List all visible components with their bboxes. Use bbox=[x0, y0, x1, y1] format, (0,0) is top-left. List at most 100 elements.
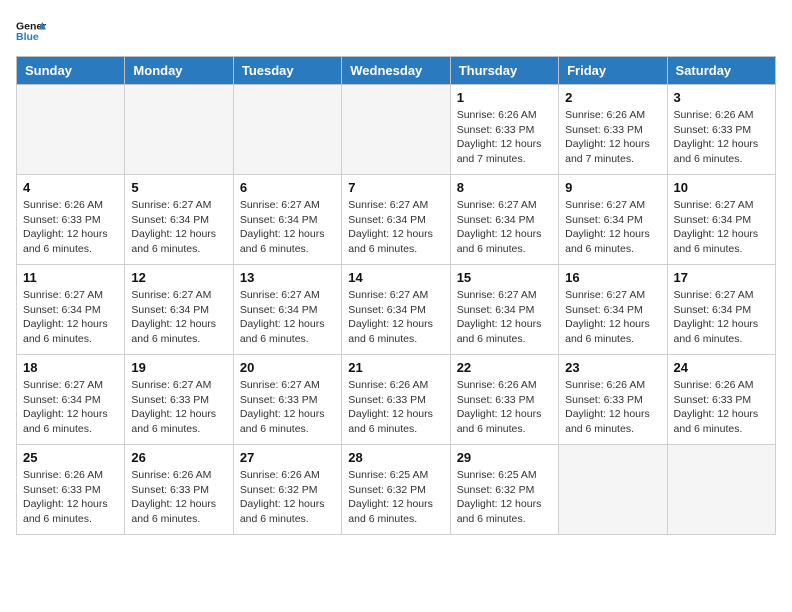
day-number: 25 bbox=[23, 450, 118, 465]
day-number: 16 bbox=[565, 270, 660, 285]
day-detail: Sunrise: 6:27 AM Sunset: 6:34 PM Dayligh… bbox=[240, 288, 335, 347]
day-detail: Sunrise: 6:26 AM Sunset: 6:33 PM Dayligh… bbox=[674, 378, 769, 437]
day-header-thursday: Thursday bbox=[450, 57, 558, 85]
calendar-cell: 3 Sunrise: 6:26 AM Sunset: 6:33 PM Daylig… bbox=[667, 85, 775, 175]
day-detail: Sunrise: 6:27 AM Sunset: 6:34 PM Dayligh… bbox=[457, 198, 552, 257]
day-detail: Sunrise: 6:27 AM Sunset: 6:34 PM Dayligh… bbox=[240, 198, 335, 257]
day-number: 17 bbox=[674, 270, 769, 285]
calendar-cell: 9 Sunrise: 6:27 AM Sunset: 6:34 PM Daylig… bbox=[559, 175, 667, 265]
calendar-cell: 29 Sunrise: 6:25 AM Sunset: 6:32 PM Dayli… bbox=[450, 445, 558, 535]
calendar-cell: 1 Sunrise: 6:26 AM Sunset: 6:33 PM Daylig… bbox=[450, 85, 558, 175]
day-number: 28 bbox=[348, 450, 443, 465]
day-detail: Sunrise: 6:27 AM Sunset: 6:34 PM Dayligh… bbox=[23, 378, 118, 437]
calendar-cell: 5 Sunrise: 6:27 AM Sunset: 6:34 PM Daylig… bbox=[125, 175, 233, 265]
day-detail: Sunrise: 6:27 AM Sunset: 6:33 PM Dayligh… bbox=[240, 378, 335, 437]
calendar-cell: 6 Sunrise: 6:27 AM Sunset: 6:34 PM Daylig… bbox=[233, 175, 341, 265]
day-number: 23 bbox=[565, 360, 660, 375]
day-number: 11 bbox=[23, 270, 118, 285]
day-number: 18 bbox=[23, 360, 118, 375]
calendar-cell: 26Sunrise: 6:26 AM Sunset: 6:33 PM Dayli… bbox=[125, 445, 233, 535]
calendar-cell: 7 Sunrise: 6:27 AM Sunset: 6:34 PM Daylig… bbox=[342, 175, 450, 265]
calendar-cell: 21 Sunrise: 6:26 AM Sunset: 6:33 PM Dayli… bbox=[342, 355, 450, 445]
calendar-cell: 13 Sunrise: 6:27 AM Sunset: 6:34 PM Dayli… bbox=[233, 265, 341, 355]
day-detail: Sunrise: 6:27 AM Sunset: 6:33 PM Dayligh… bbox=[131, 378, 226, 437]
svg-text:Blue: Blue bbox=[16, 31, 39, 43]
day-number: 4 bbox=[23, 180, 118, 195]
day-detail: Sunrise: 6:27 AM Sunset: 6:34 PM Dayligh… bbox=[674, 288, 769, 347]
day-number: 7 bbox=[348, 180, 443, 195]
day-detail: Sunrise: 6:25 AM Sunset: 6:32 PM Dayligh… bbox=[348, 468, 443, 527]
day-number: 3 bbox=[674, 90, 769, 105]
calendar-cell bbox=[233, 85, 341, 175]
calendar-cell: 14 Sunrise: 6:27 AM Sunset: 6:34 PM Dayli… bbox=[342, 265, 450, 355]
day-detail: Sunrise: 6:26 AM Sunset: 6:33 PM Dayligh… bbox=[348, 378, 443, 437]
calendar-cell: 11 Sunrise: 6:27 AM Sunset: 6:34 PM Dayli… bbox=[17, 265, 125, 355]
day-header-tuesday: Tuesday bbox=[233, 57, 341, 85]
day-number: 9 bbox=[565, 180, 660, 195]
day-detail: Sunrise: 6:26 AM Sunset: 6:33 PM Dayligh… bbox=[565, 378, 660, 437]
calendar-cell: 27 Sunrise: 6:26 AM Sunset: 6:32 PM Dayli… bbox=[233, 445, 341, 535]
day-detail: Sunrise: 6:27 AM Sunset: 6:34 PM Dayligh… bbox=[348, 198, 443, 257]
calendar-cell bbox=[125, 85, 233, 175]
calendar-cell: 12Sunrise: 6:27 AM Sunset: 6:34 PM Dayli… bbox=[125, 265, 233, 355]
calendar-cell: 4Sunrise: 6:26 AM Sunset: 6:33 PM Daylig… bbox=[17, 175, 125, 265]
day-detail: Sunrise: 6:26 AM Sunset: 6:33 PM Dayligh… bbox=[457, 108, 552, 167]
day-number: 15 bbox=[457, 270, 552, 285]
calendar-cell bbox=[667, 445, 775, 535]
logo-icon: General Blue bbox=[16, 16, 46, 46]
day-number: 22 bbox=[457, 360, 552, 375]
page-header: General Blue bbox=[16, 16, 776, 46]
day-number: 8 bbox=[457, 180, 552, 195]
day-number: 27 bbox=[240, 450, 335, 465]
day-number: 1 bbox=[457, 90, 552, 105]
day-header-friday: Friday bbox=[559, 57, 667, 85]
calendar-week-4: 18 Sunrise: 6:27 AM Sunset: 6:34 PM Dayli… bbox=[17, 355, 776, 445]
day-header-monday: Monday bbox=[125, 57, 233, 85]
day-detail: Sunrise: 6:27 AM Sunset: 6:34 PM Dayligh… bbox=[565, 288, 660, 347]
calendar-cell bbox=[342, 85, 450, 175]
calendar-cell: 25Sunrise: 6:26 AM Sunset: 6:33 PM Dayli… bbox=[17, 445, 125, 535]
day-detail: Sunrise: 6:27 AM Sunset: 6:34 PM Dayligh… bbox=[457, 288, 552, 347]
day-detail: Sunrise: 6:27 AM Sunset: 6:34 PM Dayligh… bbox=[348, 288, 443, 347]
calendar-table: SundayMondayTuesdayWednesdayThursdayFrid… bbox=[16, 56, 776, 535]
day-number: 19 bbox=[131, 360, 226, 375]
calendar-cell: 23 Sunrise: 6:26 AM Sunset: 6:33 PM Dayli… bbox=[559, 355, 667, 445]
calendar-week-3: 11 Sunrise: 6:27 AM Sunset: 6:34 PM Dayli… bbox=[17, 265, 776, 355]
day-detail: Sunrise: 6:26 AM Sunset: 6:33 PM Dayligh… bbox=[674, 108, 769, 167]
calendar-cell: 18 Sunrise: 6:27 AM Sunset: 6:34 PM Dayli… bbox=[17, 355, 125, 445]
calendar-cell: 19 Sunrise: 6:27 AM Sunset: 6:33 PM Dayli… bbox=[125, 355, 233, 445]
day-number: 14 bbox=[348, 270, 443, 285]
day-header-wednesday: Wednesday bbox=[342, 57, 450, 85]
day-number: 20 bbox=[240, 360, 335, 375]
calendar-cell bbox=[17, 85, 125, 175]
day-number: 13 bbox=[240, 270, 335, 285]
calendar-cell: 10 Sunrise: 6:27 AM Sunset: 6:34 PM Dayli… bbox=[667, 175, 775, 265]
day-detail: Sunrise: 6:26 AM Sunset: 6:33 PM Dayligh… bbox=[457, 378, 552, 437]
calendar-cell: 15 Sunrise: 6:27 AM Sunset: 6:34 PM Dayli… bbox=[450, 265, 558, 355]
calendar-cell: 24 Sunrise: 6:26 AM Sunset: 6:33 PM Dayli… bbox=[667, 355, 775, 445]
day-number: 29 bbox=[457, 450, 552, 465]
calendar-cell: 2Sunrise: 6:26 AM Sunset: 6:33 PM Daylig… bbox=[559, 85, 667, 175]
calendar-week-5: 25Sunrise: 6:26 AM Sunset: 6:33 PM Dayli… bbox=[17, 445, 776, 535]
day-detail: Sunrise: 6:25 AM Sunset: 6:32 PM Dayligh… bbox=[457, 468, 552, 527]
day-detail: Sunrise: 6:27 AM Sunset: 6:34 PM Dayligh… bbox=[674, 198, 769, 257]
calendar-cell: 8 Sunrise: 6:27 AM Sunset: 6:34 PM Daylig… bbox=[450, 175, 558, 265]
day-detail: Sunrise: 6:27 AM Sunset: 6:34 PM Dayligh… bbox=[23, 288, 118, 347]
day-number: 12 bbox=[131, 270, 226, 285]
logo: General Blue bbox=[16, 16, 46, 46]
day-header-sunday: Sunday bbox=[17, 57, 125, 85]
day-number: 10 bbox=[674, 180, 769, 195]
day-number: 6 bbox=[240, 180, 335, 195]
day-detail: Sunrise: 6:26 AM Sunset: 6:32 PM Dayligh… bbox=[240, 468, 335, 527]
day-number: 21 bbox=[348, 360, 443, 375]
day-number: 26 bbox=[131, 450, 226, 465]
calendar-cell: 16 Sunrise: 6:27 AM Sunset: 6:34 PM Dayli… bbox=[559, 265, 667, 355]
calendar-week-2: 4Sunrise: 6:26 AM Sunset: 6:33 PM Daylig… bbox=[17, 175, 776, 265]
day-number: 24 bbox=[674, 360, 769, 375]
calendar-cell: 20 Sunrise: 6:27 AM Sunset: 6:33 PM Dayli… bbox=[233, 355, 341, 445]
day-detail: Sunrise: 6:27 AM Sunset: 6:34 PM Dayligh… bbox=[131, 198, 226, 257]
calendar-cell: 22 Sunrise: 6:26 AM Sunset: 6:33 PM Dayli… bbox=[450, 355, 558, 445]
day-detail: Sunrise: 6:27 AM Sunset: 6:34 PM Dayligh… bbox=[565, 198, 660, 257]
day-number: 5 bbox=[131, 180, 226, 195]
calendar-week-1: 1 Sunrise: 6:26 AM Sunset: 6:33 PM Daylig… bbox=[17, 85, 776, 175]
